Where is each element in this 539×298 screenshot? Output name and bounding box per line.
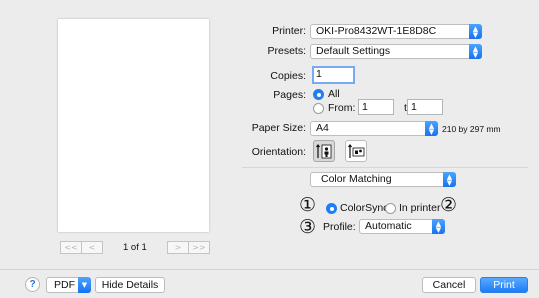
section-value: Color Matching xyxy=(321,173,392,185)
profile-value: Automatic xyxy=(365,220,412,232)
previous-page-button[interactable]: < xyxy=(82,241,103,254)
popup-arrows-icon: ▲ ▼ xyxy=(469,24,482,39)
last-page-button[interactable]: >> xyxy=(189,241,210,254)
pages-label: Pages: xyxy=(273,89,306,101)
first-page-button[interactable]: << xyxy=(60,241,82,254)
printer-popup[interactable]: OKI-Pro8432WT-1E8D8C ▲ ▼ xyxy=(310,24,482,39)
chevron-down-icon: ▼ xyxy=(78,277,91,293)
landscape-person-icon xyxy=(348,144,365,158)
cancel-button[interactable]: Cancel xyxy=(422,277,476,293)
profile-label: Profile: xyxy=(323,221,356,233)
pager-back-group: << < xyxy=(60,241,103,254)
pages-from-radio[interactable] xyxy=(313,103,324,114)
portrait-person-icon xyxy=(316,144,332,159)
section-divider xyxy=(242,167,528,168)
in-printer-label: In printer xyxy=(399,202,441,214)
pages-all-radio[interactable] xyxy=(313,89,324,100)
printer-label: Printer: xyxy=(272,25,306,37)
pages-from-field[interactable]: 1 xyxy=(358,99,394,115)
orientation-label: Orientation: xyxy=(251,146,306,158)
popup-arrows-icon: ▲ ▼ xyxy=(443,172,456,187)
in-printer-radio[interactable] xyxy=(385,203,396,214)
page-status: 1 of 1 xyxy=(123,242,147,253)
landscape-orientation-button[interactable] xyxy=(345,140,367,162)
popup-arrows-icon: ▲ ▼ xyxy=(425,121,438,136)
callout-marker-3: ③ xyxy=(299,216,317,238)
footer-divider xyxy=(0,269,539,270)
paper-size-popup[interactable]: A4 ▲ ▼ xyxy=(310,121,438,136)
pdf-label: PDF xyxy=(54,279,75,291)
presets-popup[interactable]: Default Settings ▲ ▼ xyxy=(310,44,482,59)
pages-from-label: From: xyxy=(328,102,356,114)
presets-value: Default Settings xyxy=(316,45,391,57)
copies-label: Copies: xyxy=(270,70,306,82)
hide-details-button[interactable]: Hide Details xyxy=(95,277,165,293)
presets-label: Presets: xyxy=(267,45,306,57)
page-preview xyxy=(58,19,209,232)
copies-field[interactable]: 1 xyxy=(312,66,355,84)
paper-size-value: A4 xyxy=(316,122,329,134)
callout-marker-1: ① xyxy=(299,194,317,216)
colorsync-radio[interactable] xyxy=(326,203,337,214)
pages-to-field[interactable]: 1 xyxy=(407,99,443,115)
print-button[interactable]: Print xyxy=(480,277,528,293)
print-dialog: << < 1 of 1 > >> Printer: OKI-Pro8432WT-… xyxy=(0,0,539,298)
pages-all-label: All xyxy=(328,88,340,100)
colorsync-label: ColorSync xyxy=(340,202,389,214)
popup-arrows-icon: ▲ ▼ xyxy=(432,219,445,234)
pdf-menu-button[interactable]: PDF ▼ xyxy=(46,277,91,293)
popup-arrows-icon: ▲ ▼ xyxy=(469,44,482,59)
paper-dimensions: 210 by 297 mm xyxy=(442,124,501,134)
profile-popup[interactable]: Automatic ▲ ▼ xyxy=(359,219,445,234)
pager-forward-group: > >> xyxy=(167,241,210,254)
help-button[interactable]: ? xyxy=(25,277,40,292)
paper-size-label: Paper Size: xyxy=(251,122,306,134)
section-popup[interactable]: Color Matching ▲ ▼ xyxy=(310,172,456,187)
portrait-orientation-button[interactable] xyxy=(313,140,335,162)
next-page-button[interactable]: > xyxy=(167,241,189,254)
callout-marker-2: ② xyxy=(440,194,458,216)
printer-value: OKI-Pro8432WT-1E8D8C xyxy=(316,25,437,37)
